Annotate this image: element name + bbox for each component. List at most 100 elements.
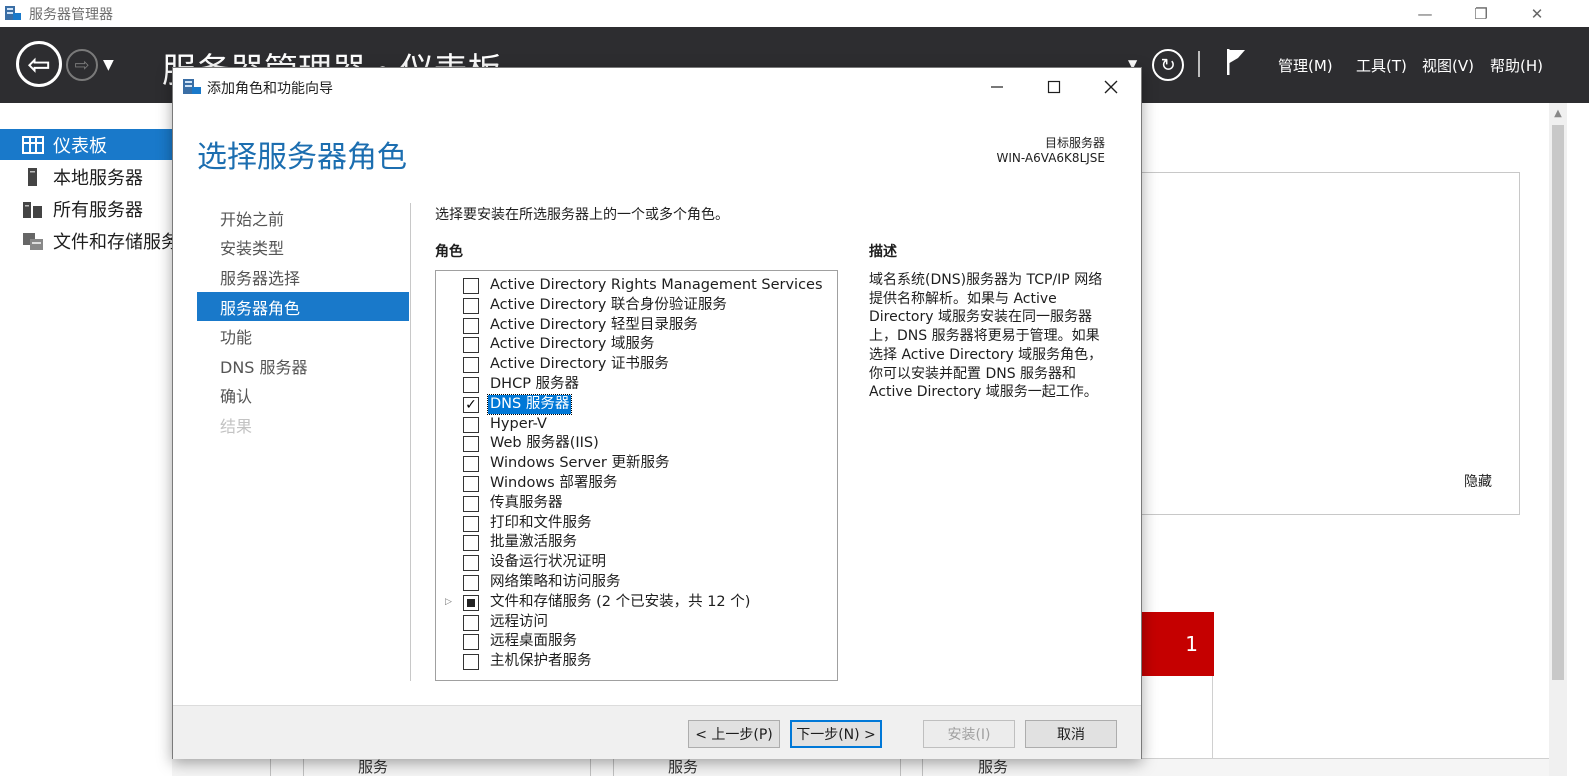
back-button[interactable]: ⇦ bbox=[16, 41, 62, 87]
role-label[interactable]: Active Directory 证书服务 bbox=[488, 355, 671, 374]
role-row[interactable]: ✓ DNS 服务器 bbox=[436, 393, 837, 415]
role-checkbox[interactable] bbox=[463, 555, 479, 572]
wizard-step[interactable]: 功能 bbox=[197, 321, 409, 351]
role-checkbox[interactable] bbox=[463, 416, 479, 433]
forward-button[interactable]: ⇨ bbox=[66, 49, 98, 81]
menu-manage[interactable]: 管理(M) bbox=[1278, 55, 1333, 76]
role-checkbox[interactable] bbox=[463, 357, 479, 374]
wizard-step[interactable]: 服务器角色 bbox=[197, 291, 409, 322]
role-label[interactable]: Active Directory 域服务 bbox=[488, 335, 656, 354]
role-checkbox[interactable] bbox=[463, 317, 479, 334]
role-checkbox[interactable]: ✓ bbox=[463, 396, 479, 413]
role-label[interactable]: Hyper-V bbox=[488, 415, 549, 434]
hide-link[interactable]: 隐藏 bbox=[1464, 471, 1492, 491]
role-label[interactable]: 打印和文件服务 bbox=[488, 514, 594, 533]
role-checkbox[interactable] bbox=[463, 278, 479, 294]
role-checkbox[interactable] bbox=[463, 475, 479, 492]
sidebar-item-dashboard[interactable]: 仪表板 bbox=[0, 129, 172, 160]
role-label[interactable]: DHCP 服务器 bbox=[488, 375, 581, 394]
next-button[interactable]: 下一步(N) > bbox=[790, 720, 882, 748]
close-button[interactable]: ✕ bbox=[1509, 0, 1565, 27]
role-label[interactable]: 远程访问 bbox=[488, 613, 550, 632]
tile-divider bbox=[613, 758, 614, 776]
role-checkbox[interactable] bbox=[463, 634, 479, 651]
role-label[interactable]: Active Directory 轻型目录服务 bbox=[488, 316, 700, 335]
role-checkbox[interactable] bbox=[463, 515, 479, 532]
scrollbar-thumb[interactable] bbox=[1552, 125, 1564, 680]
role-row[interactable]: 远程桌面服务 bbox=[436, 632, 837, 652]
role-checkbox[interactable] bbox=[463, 456, 479, 473]
server-icon bbox=[28, 167, 37, 186]
role-row[interactable]: 打印和文件服务 bbox=[436, 514, 837, 534]
role-checkbox[interactable] bbox=[463, 436, 479, 453]
role-label[interactable]: 文件和存储服务 (2 个已安装，共 12 个) bbox=[488, 593, 752, 612]
role-row[interactable]: 主机保护者服务 bbox=[436, 652, 837, 672]
sidebar-item-local-server[interactable]: 本地服务器 bbox=[0, 161, 172, 192]
role-label[interactable]: 网络策略和访问服务 bbox=[488, 573, 623, 592]
role-label[interactable]: Windows Server 更新服务 bbox=[488, 454, 672, 473]
wizard-step[interactable]: DNS 服务器 bbox=[197, 351, 409, 381]
role-label[interactable]: 远程桌面服务 bbox=[488, 632, 579, 651]
history-dropdown-icon[interactable]: ▼ bbox=[103, 57, 114, 73]
dialog-minimize-button[interactable] bbox=[969, 71, 1025, 103]
dialog-close-button[interactable] bbox=[1083, 71, 1139, 103]
wizard-step[interactable]: 安装类型 bbox=[197, 233, 409, 263]
role-checkbox[interactable] bbox=[463, 376, 479, 393]
role-label[interactable]: Active Directory 联合身份验证服务 bbox=[488, 296, 729, 315]
install-button[interactable]: 安装(I) bbox=[923, 720, 1015, 748]
role-row[interactable]: DHCP 服务器 bbox=[436, 375, 837, 395]
wizard-step[interactable]: 服务器选择 bbox=[197, 262, 409, 292]
minimize-button[interactable]: — bbox=[1397, 0, 1453, 27]
role-row[interactable]: ▷ 文件和存储服务 (2 个已安装，共 12 个) bbox=[436, 593, 837, 613]
role-checkbox[interactable] bbox=[463, 535, 479, 552]
menu-help[interactable]: 帮助(H) bbox=[1490, 55, 1543, 76]
sidebar-item-file-storage[interactable]: 文件和存储服务 bbox=[0, 225, 179, 256]
menu-view[interactable]: 视图(V) bbox=[1422, 55, 1474, 76]
role-row[interactable]: 批量激活服务 bbox=[436, 533, 837, 553]
wizard-step[interactable]: 开始之前 bbox=[197, 203, 409, 233]
role-row[interactable]: Web 服务器(IIS) bbox=[436, 434, 837, 454]
sidebar-item-all-servers[interactable]: 所有服务器 bbox=[0, 193, 172, 224]
role-checkbox[interactable] bbox=[463, 574, 479, 591]
previous-button[interactable]: < 上一步(P) bbox=[688, 720, 780, 748]
role-row[interactable]: Hyper-V bbox=[436, 415, 837, 435]
role-row[interactable]: 设备运行状况证明 bbox=[436, 553, 837, 573]
role-row[interactable]: Active Directory Rights Management Servi… bbox=[436, 276, 837, 296]
role-checkbox[interactable] bbox=[463, 594, 479, 611]
wizard-step[interactable]: 确认 bbox=[197, 381, 409, 411]
restore-button[interactable]: ❐ bbox=[1453, 0, 1509, 27]
role-row[interactable]: Active Directory 联合身份验证服务 bbox=[436, 296, 837, 316]
role-row[interactable]: 远程访问 bbox=[436, 613, 837, 633]
role-label[interactable]: 批量激活服务 bbox=[488, 533, 579, 552]
role-label[interactable]: Web 服务器(IIS) bbox=[488, 434, 601, 453]
role-label[interactable]: 设备运行状况证明 bbox=[488, 553, 608, 572]
role-label[interactable]: 主机保护者服务 bbox=[488, 652, 594, 671]
dialog-maximize-button[interactable] bbox=[1026, 71, 1082, 103]
role-label[interactable]: DNS 服务器 bbox=[486, 393, 573, 415]
roles-tree-list[interactable]: Active Directory Rights Management Servi… bbox=[435, 270, 838, 681]
role-label[interactable]: 传真服务器 bbox=[488, 494, 565, 513]
role-row[interactable]: Active Directory 轻型目录服务 bbox=[436, 316, 837, 336]
sidebar-item-label: 所有服务器 bbox=[53, 199, 143, 221]
alert-count-badge[interactable]: 1 bbox=[1142, 612, 1214, 676]
role-row[interactable]: 网络策略和访问服务 bbox=[436, 573, 837, 593]
role-row[interactable]: Active Directory 证书服务 bbox=[436, 355, 837, 375]
cancel-button[interactable]: 取消 bbox=[1025, 720, 1117, 748]
role-row[interactable]: Windows Server 更新服务 bbox=[436, 454, 837, 474]
role-checkbox[interactable] bbox=[463, 297, 479, 314]
role-checkbox[interactable] bbox=[463, 495, 479, 512]
role-row[interactable]: Active Directory 域服务 bbox=[436, 335, 837, 355]
role-checkbox[interactable] bbox=[463, 654, 479, 671]
notifications-flag-icon[interactable] bbox=[1224, 47, 1248, 77]
role-label[interactable]: Windows 部署服务 bbox=[488, 474, 619, 493]
scroll-up-icon[interactable]: ▲ bbox=[1549, 108, 1567, 122]
menu-tools[interactable]: 工具(T) bbox=[1356, 55, 1407, 76]
role-label[interactable]: Active Directory Rights Management Servi… bbox=[488, 276, 825, 295]
role-row[interactable]: Windows 部署服务 bbox=[436, 474, 837, 494]
expand-icon[interactable]: ▷ bbox=[445, 597, 452, 607]
role-checkbox[interactable] bbox=[463, 337, 479, 354]
minimize-icon bbox=[991, 86, 1003, 88]
refresh-button[interactable]: ↻ bbox=[1152, 49, 1184, 81]
role-row[interactable]: 传真服务器 bbox=[436, 494, 837, 514]
role-checkbox[interactable] bbox=[463, 614, 479, 631]
